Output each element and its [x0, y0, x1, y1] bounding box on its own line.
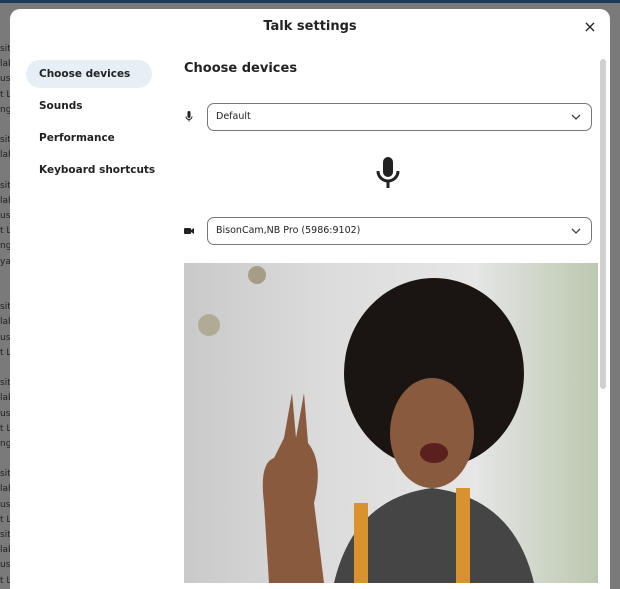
camera-row: BisonCam,NB Pro (5986:9102) — [184, 217, 594, 245]
settings-content: Choose devices Default BisonCam,NB Pro (… — [184, 61, 598, 583]
chevron-down-icon — [571, 228, 581, 234]
nav-item-sounds[interactable]: Sounds — [26, 92, 152, 120]
dialog-title: Talk settings — [263, 19, 357, 34]
top-bar — [0, 0, 620, 3]
microphone-level-icon — [376, 157, 400, 188]
section-title: Choose devices — [184, 61, 298, 76]
chevron-down-icon — [571, 114, 581, 120]
settings-nav: Choose devices Sounds Performance Keyboa… — [26, 60, 155, 188]
nav-item-keyboard-shortcuts[interactable]: Keyboard shortcuts — [26, 156, 155, 184]
video-camera-icon — [184, 228, 194, 234]
talk-settings-dialog: Talk settings × Choose devices Sounds Pe… — [10, 9, 610, 589]
camera-select[interactable]: BisonCam,NB Pro (5986:9102) — [207, 217, 592, 245]
microphone-select-value: Default — [216, 111, 251, 122]
nav-item-choose-devices[interactable]: Choose devices — [26, 60, 152, 88]
camera-select-value: BisonCam,NB Pro (5986:9102) — [216, 225, 361, 236]
microphone-select[interactable]: Default — [207, 103, 592, 131]
camera-preview-image — [198, 266, 534, 583]
close-button[interactable]: × — [580, 17, 600, 36]
camera-preview — [184, 263, 598, 583]
microphone-icon — [185, 111, 193, 122]
microphone-row: Default — [184, 103, 594, 131]
nav-item-performance[interactable]: Performance — [26, 124, 152, 152]
scrollbar[interactable] — [600, 59, 606, 389]
